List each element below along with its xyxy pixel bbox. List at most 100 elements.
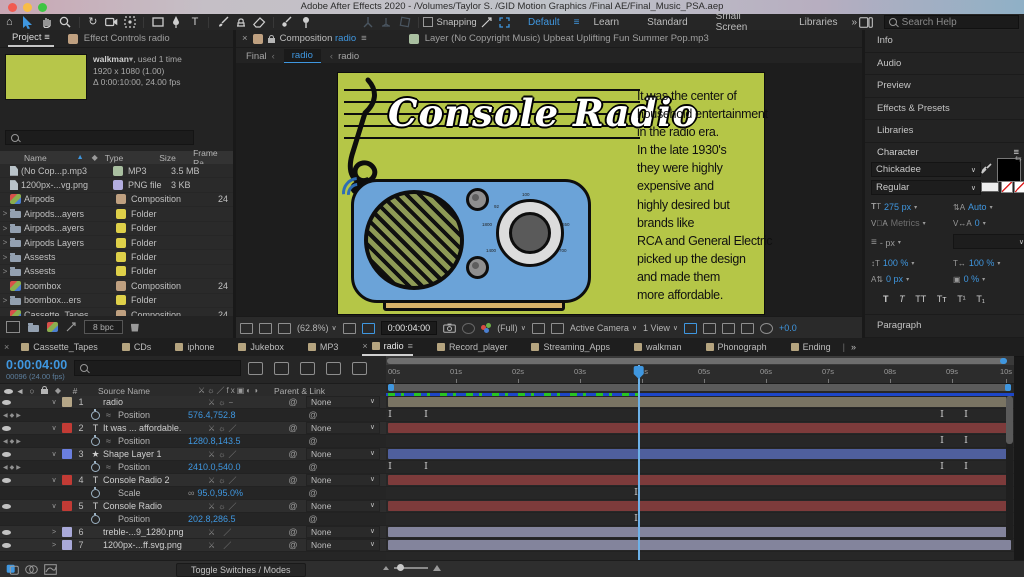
layer-switches[interactable]: ⚔☼／	[208, 449, 280, 460]
label-chip[interactable]	[62, 449, 72, 459]
snap-features-icon[interactable]	[495, 14, 514, 30]
audio-column-icon[interactable]: ◄	[14, 386, 26, 396]
rotation-tool[interactable]: ↻	[84, 14, 103, 30]
layer-switches[interactable]: ⚔ ／	[208, 527, 280, 538]
twirl-icon[interactable]: ∨	[48, 450, 60, 458]
property-row-position[interactable]: Position 202.8,286.5 @	[0, 513, 386, 526]
layer-duration-bar[interactable]	[388, 475, 1011, 485]
property-row-position[interactable]: ◀◆▶ ≈ Position 1280.8,143.5 @	[0, 435, 386, 448]
caret-down-icon[interactable]: ▾	[983, 220, 986, 227]
keyframe-icon[interactable]: I	[964, 409, 968, 421]
draft-3d-icon[interactable]	[274, 362, 289, 375]
fast-previews-icon[interactable]	[703, 323, 716, 334]
horizontal-scale-value[interactable]: 100 %	[969, 258, 995, 268]
keyframe-icon[interactable]: I	[940, 409, 944, 421]
visibility-toggle[interactable]	[2, 504, 11, 509]
stopwatch-icon[interactable]	[91, 489, 100, 498]
mask-visibility-icon[interactable]	[362, 323, 375, 334]
preview-timecode[interactable]: 0:00:04:00	[381, 321, 438, 335]
exposure-value[interactable]: +0.0	[779, 323, 797, 333]
tsume-value[interactable]: 0 %	[964, 274, 980, 284]
project-row[interactable]: Cassette_TapesComposition24	[0, 308, 233, 316]
grid-guides-icon[interactable]	[343, 323, 356, 334]
tab-mp3[interactable]: MP3	[308, 342, 339, 352]
view-layout-dropdown[interactable]: 1 View∨	[643, 323, 678, 333]
eraser-tool[interactable]	[251, 14, 270, 30]
puppet-pin-tool[interactable]	[297, 14, 316, 30]
parent-pickwhip-icon[interactable]: @	[280, 527, 306, 537]
tab-project[interactable]: Project ≡	[8, 30, 54, 47]
parent-pickwhip-icon[interactable]: @	[280, 501, 306, 511]
breadcrumb-radio-active[interactable]: radio	[284, 49, 321, 63]
layer-row-3[interactable]: ∨ 3 ★ Shape Layer 1 ⚔☼／ @ None∨	[0, 448, 386, 461]
camera-tool[interactable]	[102, 14, 121, 30]
zoom-tool[interactable]	[56, 14, 75, 30]
subscript-button[interactable]: T₁	[976, 294, 985, 304]
project-row[interactable]: >AssestsFolder	[0, 250, 233, 264]
main-display-icon[interactable]	[259, 323, 272, 334]
layer-duration-bar[interactable]	[388, 397, 1011, 407]
caret-down-icon[interactable]: ▾	[914, 204, 917, 211]
constrain-proportions-icon[interactable]: ∞	[188, 488, 194, 498]
stopwatch-icon[interactable]	[91, 515, 100, 524]
snapshot-camera-icon[interactable]	[443, 323, 456, 333]
pickwhip-icon[interactable]: @	[300, 488, 326, 498]
panel-preview[interactable]: Preview	[865, 75, 1024, 98]
panel-effects-presets[interactable]: Effects & Presets	[865, 98, 1024, 121]
workspace-tab-libraries[interactable]: Libraries	[799, 17, 837, 28]
position-value[interactable]: 576.4,752.8	[188, 410, 236, 420]
keyframe-row[interactable]: I	[386, 487, 1014, 500]
tabs-overflow-icon[interactable]: »	[851, 342, 856, 352]
label-chip[interactable]	[62, 540, 72, 550]
layer-bar-row-7[interactable]	[386, 539, 1014, 552]
twirl-icon[interactable]: >	[48, 529, 60, 536]
layer-switches[interactable]: ⚔☼／	[208, 423, 280, 434]
world-axis-mode-icon[interactable]	[377, 14, 396, 30]
timeline-search-input[interactable]	[74, 360, 241, 376]
layer-duration-bar[interactable]	[388, 540, 1011, 550]
twirl-icon[interactable]: ∨	[48, 476, 60, 484]
keyframe-navigator[interactable]: ◀◆▶	[0, 438, 33, 445]
tab-iphone[interactable]: iphone	[175, 342, 214, 352]
toggle-switches-modes-button[interactable]: Toggle Switches / Modes	[176, 563, 306, 577]
new-composition-button[interactable]	[47, 322, 58, 332]
workspace-tab-default[interactable]: Default	[528, 17, 560, 28]
superscript-button[interactable]: T¹	[957, 294, 966, 304]
camera-dropdown[interactable]: Active Camera∨	[570, 323, 637, 333]
timeline-navigator[interactable]	[386, 356, 1014, 365]
layer-switches[interactable]: ⚔☼−	[208, 398, 280, 407]
timeline-track-area[interactable]: 00s 01s 02s 03s 04s 05s 06s 07s 08s 09s …	[386, 356, 1014, 560]
layer-row-5[interactable]: ∨ 5 T Console Radio ⚔☼／ @ None∨	[0, 500, 386, 513]
tab-cassette-tapes[interactable]: Cassette_Tapes	[21, 342, 98, 352]
pickwhip-icon[interactable]: @	[300, 514, 326, 524]
tab-ending[interactable]: Ending	[791, 342, 831, 352]
layer-duration-bar[interactable]	[388, 527, 1011, 537]
breadcrumb-radio[interactable]: radio	[338, 51, 359, 62]
panel-libraries[interactable]: Libraries	[865, 120, 1024, 143]
layer-bar-row-2[interactable]	[386, 422, 1014, 435]
caret-down-icon[interactable]: ▾	[906, 276, 909, 283]
twirl-icon[interactable]: ∨	[48, 502, 60, 510]
keyframe-row[interactable]: I I	[386, 435, 1014, 448]
view-axis-mode-icon[interactable]	[396, 14, 415, 30]
parent-pickwhip-icon[interactable]: @	[280, 397, 306, 407]
tab-radio-active[interactable]: ×radio≡	[362, 338, 413, 356]
number-column[interactable]: #	[66, 386, 84, 396]
visibility-toggle[interactable]	[2, 426, 11, 431]
composition-viewport[interactable]: Console Radio It was the center ofhouseh…	[236, 63, 862, 316]
leading-value[interactable]: Auto	[968, 202, 987, 212]
parent-dropdown[interactable]: None∨	[306, 474, 380, 486]
layer-switches[interactable]: ⚔☼／	[208, 501, 280, 512]
caret-down-icon[interactable]: ▾	[990, 204, 993, 211]
workspace-tab-standard[interactable]: Standard	[647, 17, 688, 28]
time-ruler[interactable]: 00s 01s 02s 03s 04s 05s 06s 07s 08s 09s …	[386, 365, 1014, 384]
tab-streaming-apps[interactable]: Streaming_Apps	[531, 342, 610, 352]
hide-shy-layers-icon[interactable]	[300, 362, 315, 375]
label-chip[interactable]	[62, 475, 72, 485]
project-row[interactable]: 1200px-...vg.pngPNG file3 KB	[0, 178, 233, 192]
project-row[interactable]: >AssestsFolder	[0, 265, 233, 279]
lock-icon[interactable]	[268, 38, 275, 43]
keyframe-row[interactable]: I I I I	[386, 409, 1014, 422]
manage-workspaces-icon[interactable]	[857, 14, 876, 30]
kerning-value[interactable]: Metrics	[891, 218, 920, 228]
